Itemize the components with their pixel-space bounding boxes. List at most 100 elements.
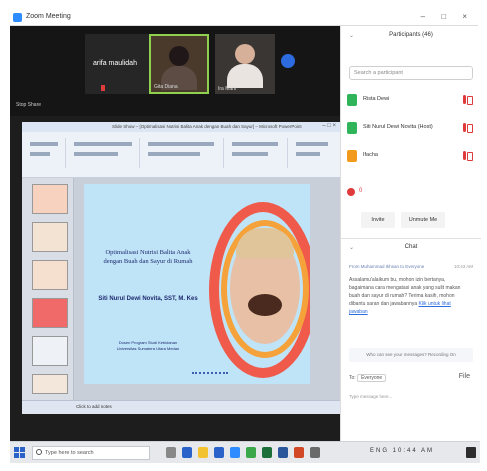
search-icon — [36, 449, 42, 455]
zoom-app-icon — [13, 13, 22, 22]
slide-footer: Dosen Program Studi Kebidanan Universita… — [98, 340, 198, 352]
zoom-icon[interactable] — [230, 447, 240, 458]
sharing-label[interactable]: Stop Share — [16, 102, 41, 108]
chat-input[interactable]: Type message here... — [349, 390, 473, 404]
ribbon-control[interactable] — [30, 142, 58, 146]
participant-video-head — [235, 44, 255, 64]
video-tile[interactable]: arifa maulidah — [85, 34, 155, 94]
ribbon-control[interactable] — [74, 142, 132, 146]
slide-author: Siti Nurul Dewi Novita, SST, M. Kes — [98, 296, 198, 302]
windows-start-icon[interactable] — [14, 447, 25, 458]
slide-footer-line: Universitas Sumatera Utara Medan — [116, 346, 180, 351]
ribbon-group[interactable] — [26, 138, 66, 168]
participant-name: Rista Dewi — [363, 96, 390, 102]
chrome-icon[interactable] — [246, 447, 256, 458]
system-tray[interactable]: ENG 10:44 AM — [370, 448, 434, 454]
chat-file-button[interactable]: File — [459, 373, 470, 380]
chat-recipient-select[interactable]: Everyone — [357, 374, 387, 382]
chat-notice[interactable]: Who can see your messages? Recording On — [349, 348, 473, 362]
ribbon-control[interactable] — [30, 152, 50, 156]
powerpoint-ribbon[interactable] — [22, 132, 340, 178]
video-gallery: arifa maulidah Gita Diana Ira Marti Stop… — [10, 26, 340, 116]
slide-photo-mouth — [248, 294, 282, 316]
video-tile-active-speaker[interactable]: Gita Diana — [149, 34, 209, 94]
ribbon-group[interactable] — [228, 138, 288, 168]
participants-header: ⌄ Participants (46) — [341, 32, 481, 46]
powerpoint-icon[interactable] — [294, 447, 304, 458]
host-status: 0 — [347, 186, 427, 200]
participant-row[interactable]: Ifacha — [347, 148, 475, 164]
chat-time: 10:43 AM — [453, 264, 473, 269]
current-slide[interactable]: Optimalisasi Nutrisi Balita Anak dengan … — [84, 184, 310, 384]
panel-divider — [341, 238, 481, 239]
ribbon-group[interactable] — [144, 138, 224, 168]
powerpoint-notes-bar[interactable]: Click to add notes — [22, 400, 340, 414]
video-tile[interactable]: Ira Marti — [215, 34, 275, 94]
start-tile — [20, 447, 25, 452]
file-explorer-icon[interactable] — [198, 447, 208, 458]
chevron-down-icon[interactable]: ⌄ — [349, 244, 354, 251]
muted-mic-icon[interactable] — [463, 95, 473, 105]
ribbon-group[interactable] — [292, 138, 336, 168]
invite-button[interactable]: Invite — [361, 212, 395, 228]
participant-row[interactable]: Rista Dewi — [347, 92, 475, 108]
screen: Zoom Meeting – □ × arifa maulidah Gita D… — [0, 0, 487, 471]
app-icon[interactable] — [310, 447, 320, 458]
slide-editor: Optimalisasi Nutrisi Balita Anak dengan … — [74, 178, 340, 400]
start-tile — [20, 453, 25, 458]
ribbon-control[interactable] — [74, 152, 118, 156]
participant-name: Ifacha — [363, 152, 378, 158]
meeting-area: arifa maulidah Gita Diana Ira Marti Stop… — [10, 26, 340, 441]
slide-thumbnail[interactable] — [32, 260, 68, 290]
chat-sender[interactable]: From Muhammad Ikhsan to Everyone — [349, 264, 424, 269]
chat-title: Chat — [404, 244, 418, 250]
ribbon-control[interactable] — [148, 152, 200, 156]
chat-header: ⌄ Chat — [341, 244, 481, 256]
ribbon-control[interactable] — [232, 142, 278, 146]
participant-avatar — [347, 122, 357, 134]
chat-recipient: To: Everyone — [349, 374, 387, 382]
muted-mic-icon[interactable] — [463, 123, 473, 133]
edge-icon[interactable] — [182, 447, 192, 458]
side-panel: ⌄ Participants (46) Search a participant… — [340, 26, 481, 441]
ribbon-control[interactable] — [148, 142, 214, 146]
participant-row[interactable]: Siti Nurul Dewi Novita (Host) — [347, 120, 475, 136]
slide-thumbnail[interactable] — [32, 222, 68, 252]
slide-thumbnail[interactable] — [32, 336, 68, 366]
participant-video — [227, 64, 263, 88]
powerpoint-title-bar: Slide Show – [Optimalisasi Nutrisi Balit… — [22, 122, 340, 132]
notification-icon[interactable] — [466, 447, 476, 458]
powerpoint-title: Slide Show – [Optimalisasi Nutrisi Balit… — [112, 124, 302, 129]
participant-avatar — [347, 150, 357, 162]
task-view-icon[interactable] — [166, 447, 176, 458]
slide-thumbnail[interactable] — [32, 184, 68, 214]
notes-placeholder[interactable]: Click to add notes — [76, 404, 112, 409]
store-icon[interactable] — [214, 447, 224, 458]
slide-thumbnails[interactable] — [22, 178, 74, 400]
window-controls[interactable]: – □ × — [421, 12, 474, 21]
window-title: Zoom Meeting — [26, 13, 71, 20]
start-tile — [14, 453, 19, 458]
unmute-me-button[interactable]: Unmute Me — [401, 212, 445, 228]
word-icon[interactable] — [278, 447, 288, 458]
tile-name: arifa maulidah — [93, 60, 137, 67]
muted-mic-icon[interactable] — [463, 151, 473, 161]
taskbar: Type here to search ENG 10:44 AM — [10, 441, 480, 463]
ribbon-control[interactable] — [296, 152, 320, 156]
muted-mic-icon — [101, 85, 105, 91]
tile-name: Gita Diana — [154, 84, 178, 90]
participant-search-input[interactable]: Search a participant — [349, 66, 473, 80]
chat-to-label: To: — [349, 375, 356, 381]
slide-thumbnail[interactable] — [32, 298, 68, 328]
ribbon-control[interactable] — [232, 152, 268, 156]
participant-name: Siti Nurul Dewi Novita (Host) — [363, 124, 433, 130]
ribbon-group[interactable] — [70, 138, 140, 168]
slide-thumbnail[interactable] — [32, 374, 68, 394]
ribbon-control[interactable] — [296, 142, 328, 146]
gallery-next-button[interactable] — [281, 54, 295, 68]
powerpoint-window-controls[interactable]: – □ × — [322, 123, 336, 129]
excel-icon[interactable] — [262, 447, 272, 458]
participant-avatar — [347, 94, 357, 106]
chevron-down-icon[interactable]: ⌄ — [349, 32, 354, 39]
taskbar-search-input[interactable]: Type here to search — [32, 446, 150, 460]
